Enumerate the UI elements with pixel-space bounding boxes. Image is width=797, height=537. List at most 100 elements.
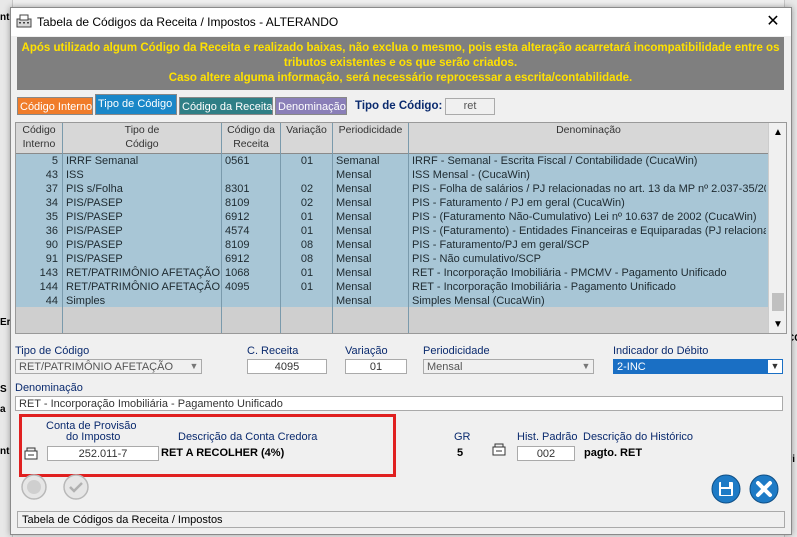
title-bar: Tabela de Códigos da Receita / Impostos … (11, 8, 791, 36)
table-cell: 144 (39, 281, 58, 293)
table-cell: RET/PATRIMÔNIO AFETAÇÃO (66, 267, 220, 279)
table-row[interactable]: 91 PIS/PASEP 6912 08 Mensal PIS - Não cumulat… (16, 252, 768, 266)
table-cell: 01 (300, 267, 314, 279)
conta-provisao-input[interactable]: 252.011-7 (47, 446, 159, 461)
chevron-down-icon[interactable]: ▼ (187, 360, 201, 373)
table-cell: Mensal (336, 211, 372, 223)
table-cell: 91 (45, 253, 58, 265)
codes-grid[interactable]: Código Interno Tipo de Código Código da Rec… (15, 122, 787, 334)
table-cell: 8301 (225, 183, 250, 195)
scroll-thumb[interactable] (772, 293, 784, 311)
lookup-icon[interactable] (23, 446, 39, 460)
grid-empty-area (16, 307, 768, 333)
table-cell: 01 (300, 155, 314, 167)
chevron-down-icon[interactable]: ▼ (579, 360, 593, 373)
close-button[interactable]: ✕ (763, 12, 783, 32)
tab-tipo-codigo[interactable]: Tipo de Código (95, 94, 177, 115)
table-row[interactable]: 36 PIS/PASEP 4574 01 Mensal PIS - (Faturament… (16, 224, 768, 238)
table-cell: PIS/PASEP (66, 211, 123, 223)
conta-provisao-label: do Imposto (66, 431, 121, 443)
table-row[interactable]: 44 Simples Mensal Simples Mensal (CucaWin) (16, 294, 768, 308)
table-cell: Semanal (336, 155, 380, 167)
scroll-up-icon[interactable]: ▲ (773, 127, 783, 138)
table-cell: 08 (300, 253, 314, 265)
table-cell: 90 (45, 239, 58, 251)
variacao-label: Variação (345, 345, 388, 357)
table-row[interactable]: 90 PIS/PASEP 8109 08 Mensal PIS - Faturamento… (16, 238, 768, 252)
tipo-codigo-select[interactable]: RET/PATRIMÔNIO AFETAÇÃO ▼ (15, 359, 202, 374)
table-cell: 37 (45, 183, 58, 195)
table-cell: RET/PATRIMÔNIO AFETAÇÃO (66, 281, 220, 293)
periodicidade-label: Periodicidade (423, 345, 490, 357)
table-cell: 4095 (225, 281, 250, 293)
table-row[interactable]: 143 RET/PATRIMÔNIO AFETAÇÃO 1068 01 Mensal RE… (16, 266, 768, 280)
column-divider (221, 123, 222, 333)
variacao-input[interactable]: 01 (345, 359, 407, 374)
periodicidade-select[interactable]: Mensal ▼ (423, 359, 594, 374)
table-row[interactable]: 37 PIS s/Folha 8301 02 Mensal PIS - Folha de … (16, 182, 768, 196)
table-cell: 8109 (225, 197, 250, 209)
table-cell: PIS s/Folha (66, 183, 123, 195)
save-button[interactable] (711, 474, 741, 504)
table-row[interactable]: 43 ISS Mensal ISS Mensal - (CucaWin) (16, 168, 768, 182)
gr-label: GR (454, 431, 471, 443)
scroll-down-icon[interactable]: ▼ (773, 319, 783, 330)
descricao-historico-value: pagto. RET (584, 447, 643, 459)
column-header-periodicidade[interactable]: Periodicidade (333, 123, 408, 154)
table-cell: Mensal (336, 169, 372, 181)
table-cell: PIS - (Faturamento) - Entidades Financei… (412, 225, 766, 237)
table-cell: PIS - Faturamento/PJ em geral/SCP (412, 239, 590, 251)
table-cell: ISS Mensal - (CucaWin) (412, 169, 530, 181)
table-cell: PIS/PASEP (66, 239, 123, 251)
table-cell: Mensal (336, 225, 372, 237)
table-row[interactable]: 144 RET/PATRIMÔNIO AFETAÇÃO 4095 01 Mensal RE… (16, 280, 768, 294)
table-row[interactable]: 5 IRRF Semanal 0561 01 Semanal IRRF - Semanal… (16, 154, 768, 168)
column-header-tipo-codigo[interactable]: Tipo de Código (63, 123, 221, 154)
background-text: a (0, 404, 6, 415)
table-cell: PIS/PASEP (66, 197, 123, 209)
denominacao-input[interactable]: RET - Incorporação Imobiliária - Pagamen… (15, 396, 783, 411)
table-cell: PIS - Folha de salários / PJ relacionada… (412, 183, 766, 195)
window-title: Tabela de Códigos da Receita / Impostos … (37, 15, 339, 29)
table-cell: PIS/PASEP (66, 253, 123, 265)
table-cell: 01 (300, 281, 314, 293)
tipo-codigo-label: Tipo de Código (15, 345, 90, 357)
table-row[interactable]: 34 PIS/PASEP 8109 02 Mensal PIS - Faturamento… (16, 196, 768, 210)
column-header-variacao[interactable]: Variação (281, 123, 332, 154)
column-header-codigo-interno[interactable]: Código Interno (16, 123, 62, 154)
tipo-codigo-search-input[interactable]: ret (445, 98, 495, 115)
grid-body: Código Interno Tipo de Código Código da Rec… (16, 123, 768, 333)
gr-value: 5 (457, 447, 464, 459)
table-cell (284, 294, 330, 308)
table-cell: Mensal (336, 183, 372, 195)
table-cell: Simples Mensal (CucaWin) (412, 295, 545, 307)
table-cell: 5 (51, 155, 58, 167)
table-cell: Mensal (336, 197, 372, 209)
table-cell: 36 (45, 225, 58, 237)
app-icon (16, 14, 32, 28)
c-receita-input[interactable]: 4095 (247, 359, 327, 374)
disabled-circle-icon[interactable] (21, 474, 47, 500)
indicador-debito-select[interactable]: 2-INC ▼ (613, 359, 783, 374)
chevron-down-icon[interactable]: ▼ (768, 360, 782, 373)
tab-denominacao[interactable]: Denominação (275, 97, 347, 115)
column-divider (280, 123, 281, 333)
grid-vertical-scrollbar[interactable]: ▲ ▼ (768, 123, 786, 333)
cancel-button[interactable] (749, 474, 779, 504)
table-row[interactable]: 35 PIS/PASEP 6912 01 Mensal PIS - (Faturament… (16, 210, 768, 224)
lookup-icon[interactable] (491, 442, 507, 456)
table-cell: 44 (45, 295, 58, 307)
table-cell: Simples (66, 295, 106, 307)
table-cell: 02 (300, 197, 314, 209)
indicador-debito-label: Indicador do Débito (613, 345, 709, 357)
tab-codigo-interno[interactable]: Código Interno (17, 97, 93, 115)
table-cell: 35 (45, 211, 58, 223)
column-header-codigo-receita[interactable]: Código da Receita (222, 123, 280, 154)
tab-codigo-receita[interactable]: Código da Receita (179, 97, 273, 115)
hist-padrao-input[interactable]: 002 (517, 446, 575, 461)
background-text: Er (0, 317, 11, 328)
table-cell: PIS/PASEP (66, 225, 123, 237)
column-header-denominacao[interactable]: Denominação (409, 123, 768, 154)
table-cell: 4574 (225, 225, 250, 237)
disabled-check-icon[interactable] (63, 474, 89, 500)
